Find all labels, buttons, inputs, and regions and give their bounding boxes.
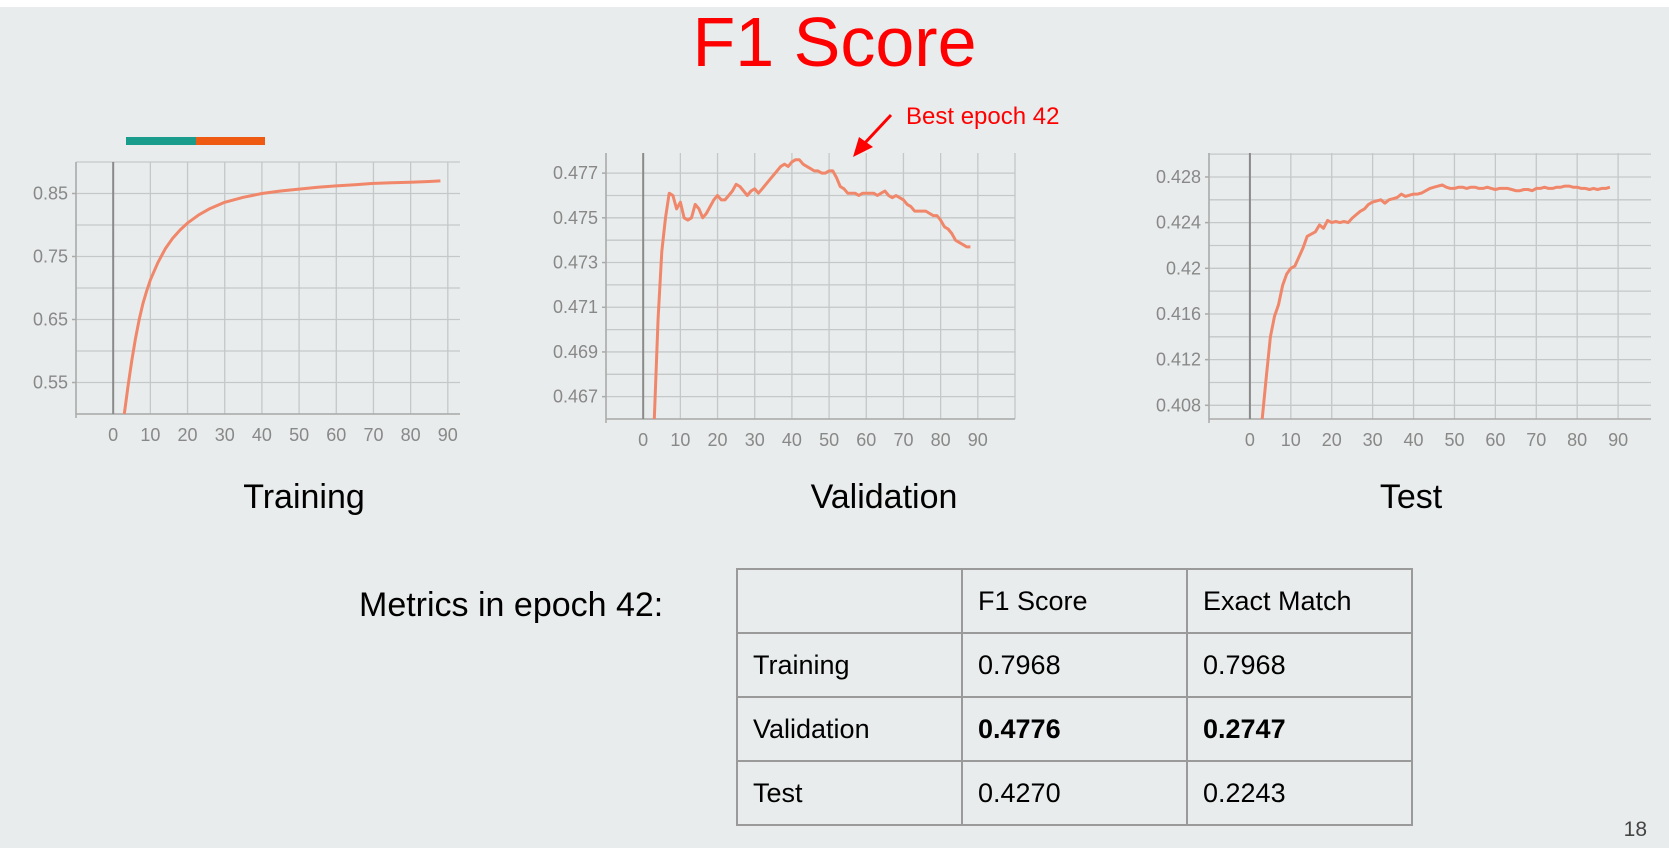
x-tick-label: 80 xyxy=(1567,430,1587,450)
y-tick-label: 0.471 xyxy=(553,297,598,317)
row-name: Validation xyxy=(736,696,963,762)
best-epoch-arrow-icon xyxy=(853,113,893,157)
f1-value: 0.4270 xyxy=(961,760,1188,826)
y-tick-label: 0.428 xyxy=(1156,167,1201,187)
y-tick-label: 0.473 xyxy=(553,253,598,273)
x-tick-label: 30 xyxy=(215,425,235,445)
x-tick-label: 60 xyxy=(856,430,876,450)
series-line xyxy=(1260,183,1611,420)
x-tick-label: 60 xyxy=(326,425,346,445)
y-tick-label: 0.412 xyxy=(1156,350,1201,370)
y-tick-label: 0.424 xyxy=(1156,213,1201,233)
x-tick-label: 70 xyxy=(363,425,383,445)
x-tick-label: 50 xyxy=(819,430,839,450)
x-tick-label: 80 xyxy=(401,425,421,445)
x-tick-label: 10 xyxy=(1281,430,1301,450)
x-tick-label: 40 xyxy=(782,430,802,450)
x-tick-label: 20 xyxy=(1322,430,1342,450)
legend-swatch-teal xyxy=(126,137,196,145)
table-row: Training 0.7968 0.7968 xyxy=(736,632,1413,698)
y-tick-label: 0.42 xyxy=(1166,258,1201,278)
series-line xyxy=(652,158,971,420)
page-number: 18 xyxy=(1623,818,1647,841)
x-tick-label: 0 xyxy=(1245,430,1255,450)
y-tick-label: 0.55 xyxy=(33,373,68,393)
x-tick-label: 40 xyxy=(1404,430,1424,450)
table-header-row: F1 Score Exact Match xyxy=(736,568,1413,634)
x-tick-label: 20 xyxy=(708,430,728,450)
x-tick-label: 70 xyxy=(1526,430,1546,450)
x-tick-label: 90 xyxy=(968,430,988,450)
x-tick-label: 10 xyxy=(140,425,160,445)
table-row: Test 0.4270 0.2243 xyxy=(736,760,1413,826)
y-tick-label: 0.467 xyxy=(553,387,598,407)
test-chart: 0.428 0.424 0.42 0.416 0.412 0.408 0 10 20 30 40 50… xyxy=(1156,153,1651,450)
test-caption: Test xyxy=(1379,478,1443,516)
f1-value: 0.7968 xyxy=(961,632,1188,698)
y-tick-label: 0.475 xyxy=(553,208,598,228)
table-header-cell: Exact Match xyxy=(1186,568,1413,634)
y-tick-label: 0.469 xyxy=(553,342,598,362)
slide: F1 Score 0.85 0.75 0.65 0.55 0 10 20 30 40 50 60 70… xyxy=(0,7,1669,848)
y-tick-label: 0.477 xyxy=(553,163,598,183)
x-tick-label: 20 xyxy=(178,425,198,445)
x-tick-label: 60 xyxy=(1485,430,1505,450)
grid xyxy=(75,161,460,418)
row-name: Training xyxy=(736,632,963,698)
training-caption: Training xyxy=(243,478,365,516)
slide-title: F1 Score xyxy=(692,3,977,81)
y-tick-label: 0.75 xyxy=(33,247,68,267)
metrics-label: Metrics in epoch 42: xyxy=(359,586,664,624)
validation-caption: Validation xyxy=(810,478,958,516)
x-tick-label: 0 xyxy=(638,430,648,450)
best-epoch-annotation: Best epoch 42 xyxy=(906,103,1060,130)
training-chart: 0.85 0.75 0.65 0.55 0 10 20 30 40 50 60 70 80 90 xyxy=(33,161,460,445)
grid xyxy=(605,153,1016,423)
x-tick-label: 90 xyxy=(438,425,458,445)
y-tick-label: 0.65 xyxy=(33,310,68,330)
table-row: Validation 0.4776 0.2747 xyxy=(736,696,1413,762)
x-tick-label: 40 xyxy=(252,425,272,445)
metrics-table: F1 Score Exact Match Training 0.7968 0.7… xyxy=(736,568,1413,826)
x-tick-label: 30 xyxy=(1363,430,1383,450)
em-value: 0.7968 xyxy=(1186,632,1413,698)
grid xyxy=(1208,153,1651,423)
x-tick-label: 70 xyxy=(893,430,913,450)
y-tick-label: 0.416 xyxy=(1156,304,1201,324)
x-tick-label: 50 xyxy=(1444,430,1464,450)
em-value: 0.2243 xyxy=(1186,760,1413,826)
x-tick-label: 0 xyxy=(108,425,118,445)
y-tick-label: 0.85 xyxy=(33,184,68,204)
legend-swatch-orange xyxy=(196,137,265,145)
x-tick-label: 30 xyxy=(745,430,765,450)
x-tick-label: 50 xyxy=(289,425,309,445)
em-value: 0.2747 xyxy=(1186,696,1413,762)
f1-value: 0.4776 xyxy=(961,696,1188,762)
validation-chart: 0.477 0.475 0.473 0.471 0.469 0.467 0 10 20 30 40 5… xyxy=(553,153,1016,450)
y-tick-label: 0.408 xyxy=(1156,395,1201,415)
row-name: Test xyxy=(736,760,963,826)
table-header-cell xyxy=(736,568,963,634)
table-header-cell: F1 Score xyxy=(961,568,1188,634)
x-tick-label: 90 xyxy=(1608,430,1628,450)
x-tick-label: 10 xyxy=(670,430,690,450)
x-tick-label: 80 xyxy=(931,430,951,450)
series-line xyxy=(122,179,441,415)
